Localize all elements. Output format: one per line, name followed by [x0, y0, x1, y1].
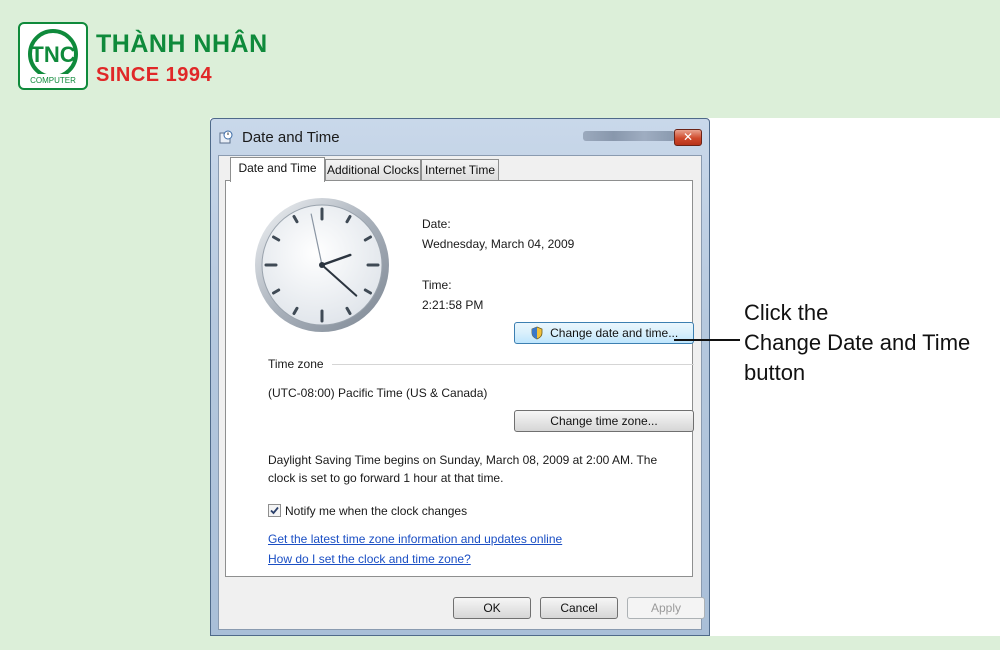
checkmark-icon: [270, 506, 279, 515]
dst-info-line-1: Daylight Saving Time begins on Sunday, M…: [268, 453, 658, 467]
clock-calendar-icon: [219, 130, 233, 144]
brand-since: SINCE 1994: [96, 64, 213, 86]
annotation-line-3: button: [744, 360, 806, 385]
analog-clock-icon: [255, 198, 389, 332]
annotation-leader-line: [674, 339, 740, 341]
time-value: 2:21:58 PM: [422, 298, 484, 312]
tab-label: Internet Time: [424, 163, 496, 177]
close-icon: ✕: [682, 130, 694, 144]
notify-label[interactable]: Notify me when the clock changes: [285, 504, 467, 518]
annotation-callout: Click the Change Date and Time button: [744, 298, 970, 388]
brand-logo: TNC COMPUTER THÀNH NHÂN SINCE 1994: [18, 22, 278, 92]
notify-checkbox[interactable]: [268, 504, 281, 517]
tab-label: Additional Clocks: [326, 163, 420, 177]
time-zone-section-label: Time zone: [268, 357, 324, 371]
time-zone-value: (UTC-08:00) Pacific Time (US & Canada): [268, 386, 488, 400]
change-time-zone-label: Change time zone...: [550, 414, 658, 428]
logo-ring-icon: TNC COMPUTER: [22, 29, 84, 85]
apply-label: Apply: [650, 601, 682, 615]
annotation-line-2: Change Date and Time: [744, 330, 971, 355]
window-title: Date and Time: [242, 129, 340, 146]
date-time-dialog: Date and Time ✕ Date and Time Additional…: [210, 118, 710, 636]
cancel-button[interactable]: Cancel: [540, 597, 618, 619]
change-date-and-time-label: Change date and time...: [550, 326, 679, 340]
tab-panel-date-and-time: Date: Wednesday, March 04, 2009 Time: 2:…: [225, 180, 694, 577]
dialog-client-area: Date and Time Additional Clocks Internet…: [218, 155, 705, 630]
tab-date-and-time[interactable]: Date and Time: [230, 157, 325, 182]
help-clock-link[interactable]: How do I set the clock and time zone?: [268, 552, 471, 566]
annotation-line-1: Click the: [744, 300, 829, 325]
title-bar-controls-blurred: [583, 131, 675, 141]
tab-additional-clocks[interactable]: Additional Clocks: [325, 159, 421, 181]
time-label: Time:: [422, 278, 452, 292]
brand-name: THÀNH NHÂN: [96, 30, 268, 58]
date-label: Date:: [422, 217, 451, 231]
logo-subtext: COMPUTER: [30, 76, 76, 85]
date-value: Wednesday, March 04, 2009: [422, 237, 575, 251]
time-zone-updates-link[interactable]: Get the latest time zone information and…: [268, 532, 562, 546]
tab-internet-time[interactable]: Internet Time: [421, 159, 499, 181]
time-zone-divider: [332, 364, 694, 365]
dst-info-line-2: clock is set to go forward 1 hour at tha…: [268, 471, 504, 485]
title-bar[interactable]: Date and Time ✕: [211, 119, 709, 155]
close-button[interactable]: ✕: [674, 129, 702, 146]
uac-shield-icon: [531, 326, 543, 340]
ok-label: OK: [483, 601, 501, 615]
cancel-label: Cancel: [560, 601, 598, 615]
ok-button[interactable]: OK: [453, 597, 531, 619]
change-date-and-time-button[interactable]: Change date and time...: [514, 322, 694, 344]
logo-text: TNC: [30, 42, 75, 67]
tab-label: Date and Time: [238, 161, 317, 175]
apply-button: Apply: [627, 597, 705, 619]
tnc-logo-mark: TNC COMPUTER: [18, 22, 88, 90]
change-time-zone-button[interactable]: Change time zone...: [514, 410, 694, 432]
